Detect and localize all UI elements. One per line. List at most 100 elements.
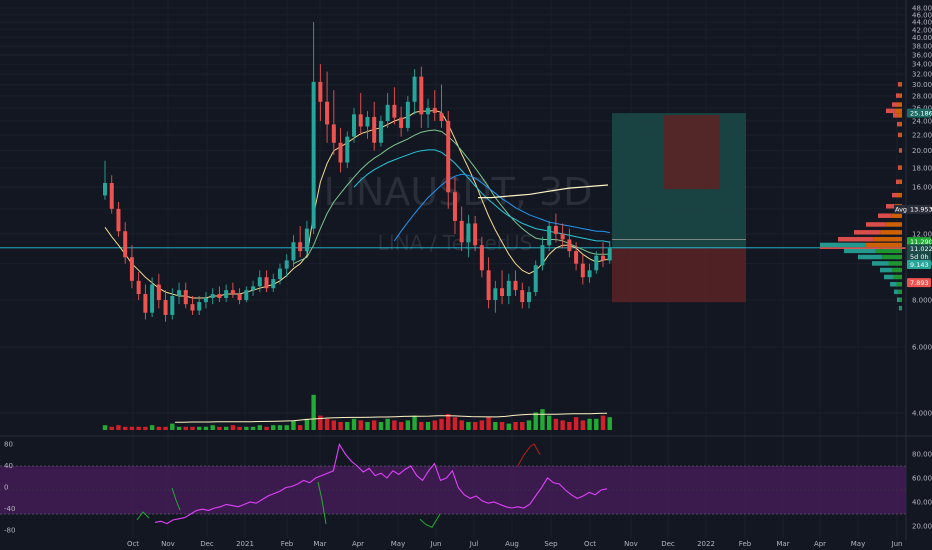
profile-bar <box>899 297 902 303</box>
time-tick-label: Dec <box>200 540 214 548</box>
time-tick-label: May <box>391 540 405 548</box>
volume-bar <box>567 422 572 430</box>
time-tick-label: Mar <box>776 540 789 548</box>
volume-bar <box>318 415 323 430</box>
volume-bar <box>546 415 552 430</box>
price-tick-label: 30.000 <box>912 81 932 89</box>
candle-body <box>109 183 114 209</box>
profile-bar <box>893 113 898 118</box>
candle-body <box>156 284 161 301</box>
volume-bar <box>607 417 612 430</box>
candle-body <box>607 248 612 261</box>
time-axis[interactable]: Oct Nov Dec 2021 Feb Mar Apr May Jun Jul Aug Sep Oct… <box>127 540 903 548</box>
time-tick-label: Feb <box>281 540 294 548</box>
candle-body <box>338 142 343 163</box>
time-tick-label: Nov <box>161 540 175 548</box>
candle-body <box>203 298 208 303</box>
candle-body <box>432 107 437 114</box>
candle-body <box>150 284 155 313</box>
volume-bar <box>472 422 478 430</box>
profile-bar <box>844 248 876 254</box>
profile-bar <box>899 305 901 311</box>
time-tick-label: Aug <box>505 540 519 548</box>
volume-bar <box>257 425 262 430</box>
candle-body <box>567 239 572 252</box>
time-tick-label: Apr <box>814 540 826 548</box>
profile-bar <box>820 242 866 248</box>
profile-bar <box>896 93 900 98</box>
price-tick-label: 18.000 <box>912 164 932 172</box>
time-tick-label: Feb <box>739 540 752 548</box>
volume-bar <box>102 425 108 430</box>
price-tag-prefix: Avg <box>895 206 907 214</box>
profile-bar <box>894 289 899 295</box>
volume-bar <box>170 423 175 430</box>
volume-bar <box>493 422 498 430</box>
candle-body <box>129 257 134 281</box>
candle-body <box>372 116 377 143</box>
candle-body <box>587 270 592 278</box>
time-tick-label: 2021 <box>236 540 254 548</box>
volume-bar <box>439 418 444 430</box>
volume-bar <box>163 426 168 430</box>
rsi-right-tick: 60.00 <box>912 475 932 483</box>
candle-body <box>264 277 269 289</box>
profile-bar <box>875 248 902 254</box>
profile-bar <box>858 254 883 260</box>
candle-body <box>331 124 336 143</box>
volume-bar <box>129 426 135 430</box>
profile-bar <box>900 148 902 153</box>
volume-bar <box>271 425 276 430</box>
candle-body <box>365 116 370 127</box>
profile-bar <box>872 261 889 266</box>
volume-bar <box>183 426 188 430</box>
volume-bar <box>540 409 545 430</box>
price-tick-label: 34.000 <box>912 61 932 69</box>
volume-bar <box>385 418 390 430</box>
profile-bar <box>896 179 900 185</box>
profile-bar <box>900 305 902 311</box>
volume-bar <box>398 422 404 430</box>
time-tick-label: Sep <box>544 540 558 548</box>
volume-bar <box>338 422 343 430</box>
time-tick-label: Mar <box>313 540 326 548</box>
profile-bar <box>885 222 902 227</box>
volume-bar <box>479 420 485 430</box>
volume-bar <box>210 425 215 430</box>
candle-body <box>580 263 585 278</box>
volume-bar <box>533 412 538 430</box>
price-tick-label: 16.000 <box>912 184 932 192</box>
candle-body <box>183 290 188 305</box>
volume-bar <box>143 426 148 430</box>
profile-bar <box>900 82 902 87</box>
chart-canvas[interactable]: LINAUSDT, 3D LINA / TetherUS 80 40 0 -40 -80… <box>0 0 932 550</box>
profile-bar <box>900 165 902 170</box>
volume-bar <box>587 418 592 430</box>
volume-bar <box>109 426 114 430</box>
candle-body <box>520 290 525 303</box>
profile-bar <box>866 222 886 227</box>
candle-body <box>547 225 552 246</box>
price-tick-label: 8.000 <box>912 297 932 305</box>
profile-bar <box>893 274 902 280</box>
profile-bar <box>897 102 902 107</box>
profile-bar <box>886 204 895 209</box>
volume-bar <box>580 420 586 430</box>
rsi-left-tick: 0 <box>4 484 8 492</box>
time-tick-label: Jun <box>430 540 442 548</box>
volume-bar <box>378 422 384 430</box>
candle-body <box>594 255 599 271</box>
candle-body <box>446 120 451 193</box>
watermark-symbol: LINAUSDT, 3D <box>324 170 593 214</box>
price-tag-label: 5d 0h <box>910 253 929 261</box>
volume-bar <box>156 426 162 430</box>
volume-bar <box>291 420 296 430</box>
price-tick-label: 32.000 <box>912 71 932 79</box>
volume-bar <box>425 422 431 430</box>
price-tag-label: 7.893 <box>910 279 929 287</box>
candle-body <box>277 268 282 280</box>
candle-body <box>197 302 202 311</box>
rsi-left-tick: -40 <box>4 505 15 513</box>
candle-body <box>466 223 471 243</box>
rsi-right-tick: 80.00 <box>912 451 932 459</box>
